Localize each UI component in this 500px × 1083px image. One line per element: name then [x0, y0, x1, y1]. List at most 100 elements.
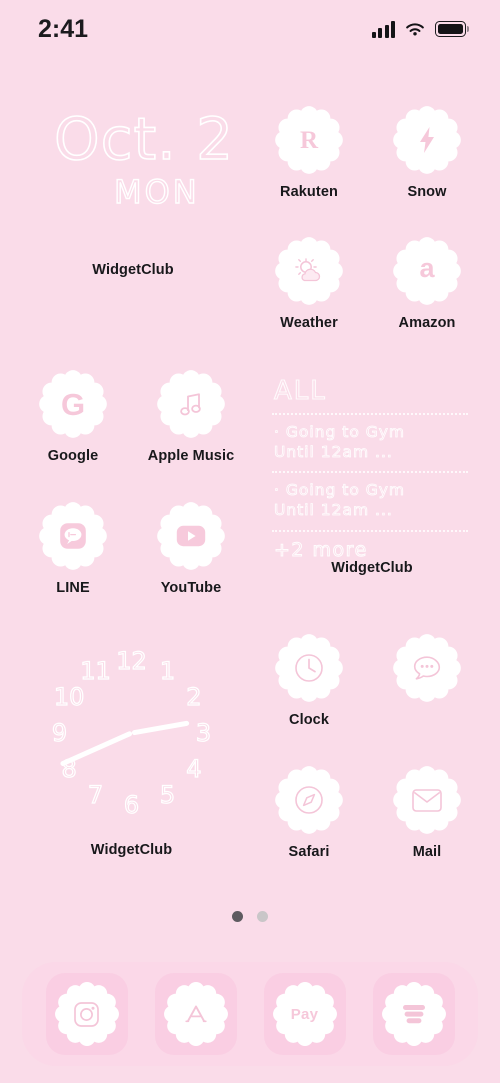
status-bar-time: 2:41: [38, 14, 89, 43]
clock-widget[interactable]: 12 1 2 3 4 5 6 7 8 9 10 11 WidgetClub: [24, 633, 239, 858]
app-icon-safari[interactable]: Safari: [250, 764, 368, 861]
page-dot-active[interactable]: [232, 911, 243, 922]
page-dot[interactable]: [257, 911, 268, 922]
page-indicator[interactable]: [0, 911, 500, 922]
reminders-title: ALL: [273, 376, 327, 406]
app-icon-clock[interactable]: Clock: [250, 632, 368, 729]
app-label-line: LINE: [56, 580, 90, 596]
dock-item-app-store[interactable]: [154, 973, 237, 1055]
clock-widget-label: WidgetClub: [90, 842, 173, 858]
youtube-icon[interactable]: [155, 500, 227, 572]
bolt-icon: [391, 104, 463, 176]
apple-music-icon[interactable]: [155, 368, 227, 440]
app-icon-snow[interactable]: Snow: [368, 104, 486, 201]
date-widget[interactable]: Oct. 2 MON WidgetClub: [22, 98, 244, 278]
reminder-item: · Going to Gym Until 12am ...: [274, 481, 406, 520]
clock-number: 10: [53, 683, 85, 711]
clock-number: 12: [116, 647, 148, 675]
rakuten-icon[interactable]: R: [273, 104, 345, 176]
mail-icon[interactable]: [391, 764, 463, 836]
apple-pay-glyph: Pay: [290, 1005, 319, 1023]
app-label-safari: Safari: [288, 844, 330, 860]
app-label-weather: Weather: [280, 315, 338, 331]
messages-icon[interactable]: [391, 632, 463, 704]
clock-icon[interactable]: [273, 632, 345, 704]
stack-icon: [380, 980, 448, 1048]
app-label-google: Google: [47, 448, 99, 464]
app-icon-amazon[interactable]: a Amazon: [368, 235, 486, 332]
safari-icon[interactable]: [273, 764, 345, 836]
date-widget-day: MON: [113, 173, 200, 211]
app-label-clock: Clock: [289, 712, 329, 728]
app-grid: Oct. 2 MON WidgetClub R Rakuten Snow Wea…: [0, 58, 500, 888]
app-icon-weather[interactable]: Weather: [250, 235, 368, 332]
status-bar-indicators: [371, 20, 466, 38]
clock-number: 9: [51, 719, 68, 747]
app-icon-google[interactable]: G Google: [14, 368, 132, 465]
music-note-icon: [155, 368, 227, 440]
status-bar: 2:41: [0, 0, 500, 58]
sun-cloud-icon: [273, 235, 345, 307]
clock-number: 6: [123, 791, 140, 819]
weather-icon[interactable]: [273, 235, 345, 307]
clock-number: 4: [186, 755, 203, 783]
dock-item-wallet[interactable]: [372, 973, 455, 1055]
app-icon-line[interactable]: LINE: [14, 500, 132, 597]
camera-icon: [53, 980, 121, 1048]
date-widget-date: Oct. 2: [53, 105, 235, 173]
signal-bars-icon: [371, 20, 395, 38]
reminders-divider: [272, 471, 468, 474]
chat-dots-icon: [391, 632, 463, 704]
home-screen: 2:41 Oct. 2 MON WidgetClub R Rakuten Sno…: [0, 0, 500, 1083]
app-label-apple-music: Apple Music: [147, 448, 235, 464]
app-label-rakuten: Rakuten: [280, 184, 338, 200]
app-label-snow: Snow: [407, 184, 447, 200]
reminder-item: · Going to Gym Until 12am ...: [274, 423, 406, 462]
google-icon[interactable]: G: [37, 368, 109, 440]
app-label-mail: Mail: [412, 844, 442, 860]
app-icon-rakuten[interactable]: R Rakuten: [250, 104, 368, 201]
amazon-glyph: a: [419, 252, 435, 283]
line-icon[interactable]: [37, 500, 109, 572]
dock: Pay: [22, 962, 478, 1066]
clock-hour-hand: [131, 720, 190, 736]
reminders-divider: [272, 529, 468, 532]
clock-number: 5: [159, 781, 176, 810]
clock-number: 3: [195, 719, 212, 747]
app-label-amazon: Amazon: [398, 315, 456, 331]
app-store-icon[interactable]: [162, 980, 230, 1048]
app-icon-apple-music[interactable]: Apple Music: [132, 368, 250, 465]
clock-number: 1: [159, 656, 176, 685]
clock-number: 11: [80, 656, 112, 685]
envelope-icon: [391, 764, 463, 836]
amazon-icon[interactable]: a: [391, 235, 463, 307]
dock-item-apple-pay[interactable]: Pay: [263, 973, 346, 1055]
date-widget-label: WidgetClub: [92, 262, 174, 278]
apple-pay-icon[interactable]: Pay: [271, 980, 339, 1048]
date-widget-face: Oct. 2 MON: [22, 98, 244, 253]
reminders-more-count: +2 more: [274, 538, 368, 561]
snow-icon[interactable]: [391, 104, 463, 176]
google-glyph: G: [60, 386, 86, 422]
app-icon-youtube[interactable]: YouTube: [132, 500, 250, 597]
dock-item-instagram[interactable]: [45, 973, 128, 1055]
compass-icon: [273, 764, 345, 836]
clock-number: 2: [186, 683, 203, 711]
wallet-icon[interactable]: [380, 980, 448, 1048]
wifi-icon: [404, 21, 426, 38]
reminders-widget-label: WidgetClub: [331, 560, 413, 576]
play-icon: [155, 500, 227, 572]
clock-widget-face: 12 1 2 3 4 5 6 7 8 9 10 11: [32, 633, 232, 833]
clock-number: 7: [87, 781, 104, 810]
clock-minute-hand: [59, 730, 133, 767]
app-label-youtube: YouTube: [160, 580, 222, 596]
rakuten-glyph: R: [299, 126, 319, 154]
instagram-icon[interactable]: [53, 980, 121, 1048]
speech-bubble-icon: [37, 500, 109, 572]
app-store-glyph: [162, 980, 230, 1048]
reminders-divider: [272, 413, 468, 415]
app-icon-mail[interactable]: Mail: [368, 764, 486, 861]
reminders-widget[interactable]: ALL · Going to Gym Until 12am ... · Goin…: [272, 376, 472, 576]
reminders-widget-face: ALL · Going to Gym Until 12am ... · Goin…: [272, 376, 468, 560]
app-icon-messages[interactable]: [368, 632, 486, 713]
